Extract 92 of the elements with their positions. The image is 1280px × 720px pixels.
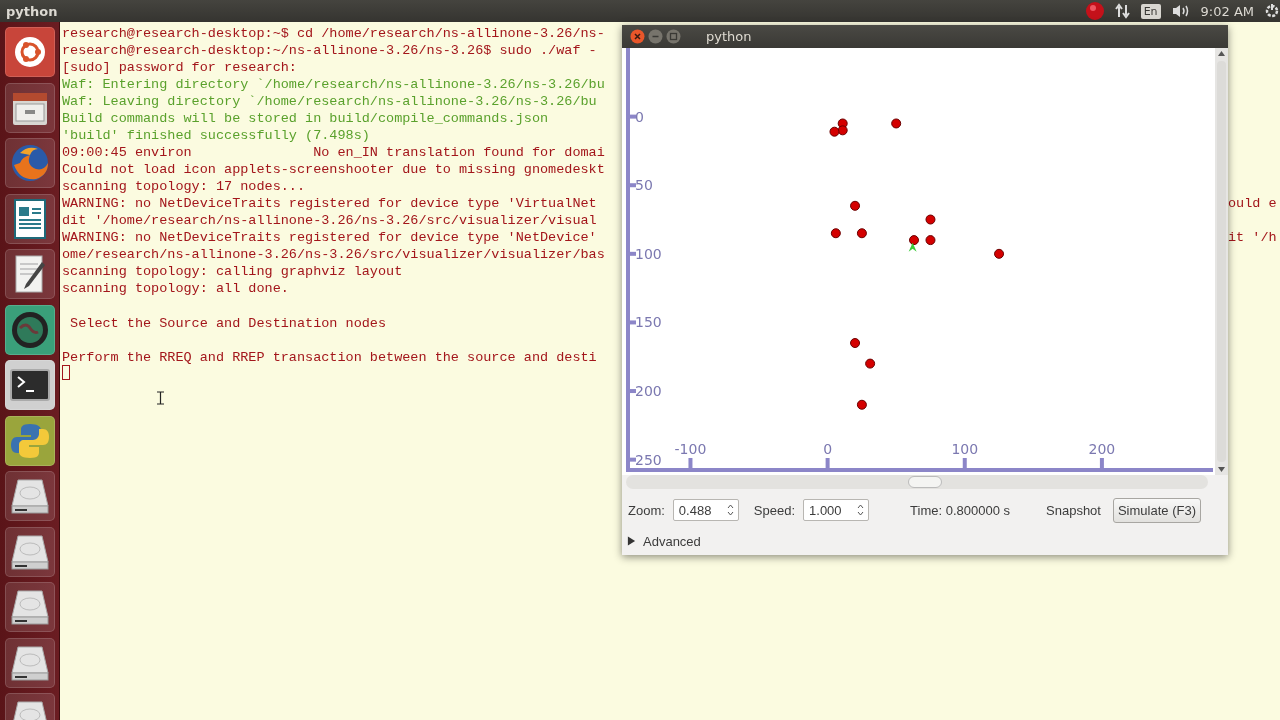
launcher-button[interactable] — [4, 526, 55, 577]
terminal-line: [sudo] password for research: — [62, 59, 298, 76]
launcher-button[interactable] — [4, 249, 55, 299]
node-dot[interactable] — [909, 235, 919, 246]
terminal-line: Build commands will be stored in build/compile_commands.json — [62, 110, 550, 127]
axis-tick-label: 150 — [635, 314, 662, 331]
node-dot[interactable] — [856, 228, 867, 239]
launcher-button[interactable] — [4, 82, 55, 133]
axis-tick-label: -100 — [674, 441, 707, 457]
terminal-line: research@research-desktop:~/ns-allinone-3.26/ns-3.26$ sudo ./waf - — [62, 42, 598, 59]
axis-tick-label: 100 — [635, 245, 662, 262]
node-dot[interactable] — [850, 338, 861, 348]
network-arrows-icon[interactable] — [1114, 3, 1131, 19]
zoom-spin-field[interactable]: 0.488 — [672, 499, 739, 521]
terminal-line: ome/research/ns-allinone-3.26/ns-3.26/src/visualizer/visualizer/bas — [62, 246, 606, 263]
node-dot[interactable] — [837, 125, 848, 136]
launcher-button[interactable] — [4, 360, 55, 410]
launcher-button[interactable] — [4, 138, 55, 188]
node-dot[interactable] — [925, 235, 936, 246]
node-dot[interactable] — [994, 248, 1005, 259]
zoom-label: Zoom: — [628, 502, 665, 518]
node-dot[interactable] — [856, 399, 867, 410]
hard-drive-icon — [9, 589, 50, 625]
advanced-expander[interactable]: Advanced — [622, 531, 701, 551]
node-dot[interactable] — [830, 228, 841, 239]
terminal-line: scanning topology: all done. — [62, 280, 290, 297]
terminal-line: WARNING: no NetDeviceTraits registered for device type 'VirtualNet — [62, 195, 598, 212]
ubuntu-logo-icon — [12, 35, 47, 69]
scroll-down-arrow-icon[interactable] — [1218, 467, 1225, 472]
terminal-line: Could not load icon applets-screenshooter due to missing gnomedeskt — [62, 161, 606, 178]
terminal-line: WARNING: no NetDeviceTraits registered for device type 'NetDevice' — [62, 229, 598, 246]
expander-triangle-icon — [627, 536, 636, 546]
terminal-line: Waf: Leaving directory `/home/research/ns-allinone-3.26/ns-3.26/bu — [62, 93, 598, 110]
launcher-button[interactable] — [4, 471, 55, 521]
terminal-line: research@research-desktop:~$ cd /home/research/ns-allinone-3.26/ns- — [62, 25, 606, 42]
axis-tick-label: 200 — [1088, 441, 1116, 457]
scroll-up-arrow-icon[interactable] — [1218, 51, 1225, 56]
spinner-arrows-icon[interactable] — [726, 504, 734, 516]
maximize-icon[interactable] — [666, 29, 681, 44]
node-dot[interactable] — [891, 118, 902, 129]
volume-icon[interactable] — [1170, 3, 1191, 19]
node-dot[interactable] — [865, 358, 876, 369]
terminal-line: Waf: Entering directory `/home/research/ns-allinone-3.26/ns-3.26/bu — [62, 76, 606, 93]
node-dot[interactable] — [850, 200, 861, 211]
terminal-line: 09:00:45 environ No en_IN translation found for domai — [62, 144, 606, 161]
hard-drive-icon — [9, 644, 50, 681]
spinner-arrows-icon[interactable] — [857, 504, 865, 516]
horizontal-scrollbar[interactable] — [626, 475, 1208, 489]
axis-tick-label: 0 — [823, 441, 833, 457]
node-dot[interactable] — [925, 214, 936, 225]
terminal-line: 'build' finished successfully (7.498s) — [62, 127, 371, 144]
speed-label: Speed: — [753, 502, 796, 518]
browser-globe-icon — [9, 143, 50, 183]
power-gear-icon[interactable] — [1264, 3, 1280, 19]
close-icon[interactable] — [630, 29, 645, 44]
hard-drive-icon — [9, 478, 50, 514]
record-icon[interactable] — [1084, 1, 1105, 21]
axis-tick-label: 50 — [635, 177, 653, 194]
axis-tick-label: 0 — [635, 108, 644, 125]
terminal-icon — [9, 369, 50, 401]
launcher-button[interactable] — [4, 27, 55, 77]
terminal-line: scanning topology: calling graphviz layout — [62, 263, 404, 280]
snapshot-button[interactable]: Snapshot — [1046, 502, 1101, 518]
minimize-icon[interactable] — [648, 29, 663, 44]
node-dot[interactable] — [829, 126, 840, 137]
simulation-time: Time: 0.800000 s — [910, 502, 1010, 518]
terminal-line: Select the Source and Destination nodes — [69, 315, 388, 332]
simulate-button[interactable]: Simulate (F3) — [1112, 497, 1201, 523]
launcher-button[interactable] — [4, 193, 55, 244]
globe-lens-icon — [9, 309, 50, 350]
axis-tick-label: 200 — [635, 383, 662, 400]
speed-spin-field[interactable]: 1.000 — [803, 499, 870, 521]
terminal-line: dit '/home/research/ns-allinone-3.26/ns-3.26/src/visualizer/visual — [62, 212, 598, 229]
axis-tick-label: 250 — [635, 451, 662, 468]
vertical-scrollbar[interactable] — [1215, 48, 1228, 475]
launcher-button[interactable] — [4, 304, 55, 355]
keyboard-layout-indicator[interactable]: En — [1140, 3, 1161, 19]
terminal-line: scanning topology: 17 nodes... — [62, 178, 307, 195]
arrow-marker-icon — [908, 242, 917, 252]
hard-drive-icon — [9, 533, 50, 570]
window-title: python — [706, 29, 752, 44]
clock[interactable]: 9:02 AM — [1200, 3, 1254, 19]
axis-tick-label: 100 — [951, 441, 979, 457]
launcher-button[interactable] — [4, 637, 55, 688]
launcher-button[interactable] — [4, 582, 55, 632]
terminal-line: ould e — [1228, 195, 1278, 212]
launcher-button[interactable] — [4, 415, 55, 466]
terminal-line: Perform the RREQ and RREP transaction between the source and desti — [62, 349, 598, 366]
ibeam-cursor-icon — [157, 391, 164, 405]
terminal-line: it '/h — [1228, 229, 1278, 246]
window-title: python — [6, 3, 58, 19]
document-icon — [12, 198, 47, 239]
